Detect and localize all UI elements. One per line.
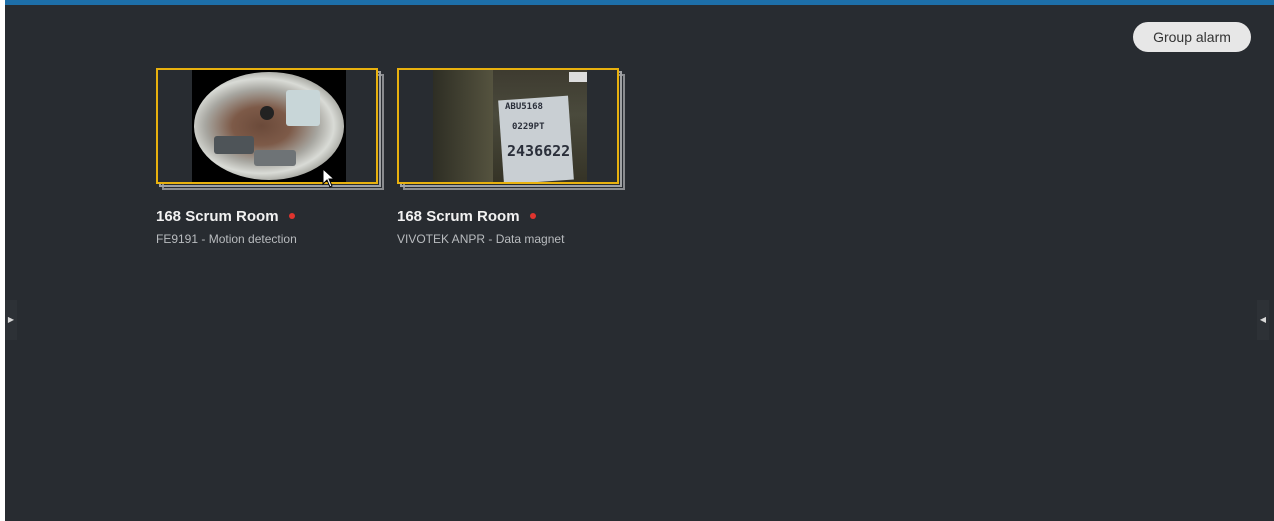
status-dot-icon	[288, 213, 295, 219]
alarm-panel: Group alarm 168 Scrum Room FE9191 - Moti…	[5, 0, 1274, 521]
mouse-cursor-icon	[322, 168, 336, 188]
alarm-thumbnail-stack[interactable]: ABU5168 0229PT 2436622	[397, 68, 627, 192]
plate-text: 2436622	[507, 142, 571, 160]
expand-right-panel-icon[interactable]: ◀	[1257, 300, 1269, 340]
expand-left-panel-icon[interactable]: ▶	[5, 300, 17, 340]
alarm-subtitle: VIVOTEK ANPR - Data magnet	[397, 232, 565, 246]
group-alarm-button[interactable]: Group alarm	[1133, 22, 1251, 52]
fisheye-view	[194, 72, 344, 180]
alarm-thumbnail[interactable]: ABU5168 0229PT 2436622	[397, 68, 619, 184]
alarm-title-row: 168 Scrum Room	[156, 206, 386, 226]
alarm-thumbnail-stack[interactable]	[156, 68, 386, 192]
anpr-view: ABU5168 0229PT 2436622	[433, 70, 587, 182]
alarm-title: 168 Scrum Room	[156, 207, 279, 225]
plate-text: 0229PT	[512, 122, 545, 132]
desk-shape	[254, 150, 296, 166]
fisheye-camera-image	[192, 70, 346, 182]
status-dot-icon	[529, 213, 536, 219]
ceiling-light-shape	[569, 72, 587, 82]
desk-shape	[214, 136, 254, 154]
plate-text: ABU5168	[505, 102, 543, 112]
anpr-camera-image: ABU5168 0229PT 2436622	[433, 70, 587, 182]
alarm-card[interactable]: 168 Scrum Room FE9191 - Motion detection	[156, 68, 386, 246]
alarm-subtitle: FE9191 - Motion detection	[156, 232, 297, 246]
alarm-title: 168 Scrum Room	[397, 207, 520, 225]
object-shape	[260, 106, 274, 120]
alarm-thumbnail[interactable]	[156, 68, 378, 184]
top-accent-bar	[5, 0, 1274, 5]
alarm-card[interactable]: ABU5168 0229PT 2436622 168 Scrum Room VI…	[397, 68, 627, 246]
desk-shape	[286, 90, 320, 126]
wall-shape	[433, 70, 493, 182]
alarm-title-row: 168 Scrum Room	[397, 206, 627, 226]
